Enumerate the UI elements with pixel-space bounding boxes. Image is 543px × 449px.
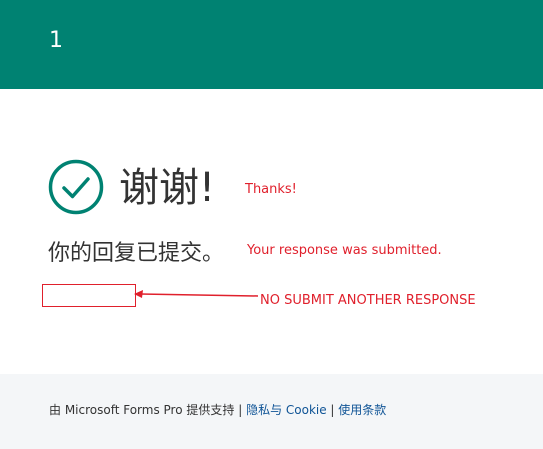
annotation-no-submit-another-response: NO SUBMIT ANOTHER RESPONSE	[260, 293, 476, 308]
form-title: 1	[49, 28, 63, 53]
footer-separator: |	[234, 403, 247, 417]
thank-you-panel	[0, 89, 543, 374]
annotation-response-submitted: Your response was submitted.	[247, 243, 442, 258]
missing-submit-another-link-box	[42, 284, 136, 307]
footer-separator: |	[326, 403, 339, 417]
thank-you-heading: 谢谢!	[119, 165, 216, 211]
powered-by-text: 由 Microsoft Forms Pro 提供支持	[49, 403, 235, 417]
checkmark-circle-icon	[48, 159, 104, 215]
terms-of-use-link[interactable]: 使用条款	[338, 403, 386, 417]
privacy-cookie-link[interactable]: 隐私与 Cookie	[246, 403, 327, 417]
response-submitted-message: 你的回复已提交。	[48, 241, 225, 266]
footer-text: 由 Microsoft Forms Pro 提供支持 | 隐私与 Cookie …	[49, 401, 386, 419]
form-header: 1	[0, 0, 543, 89]
annotation-arrow-icon	[134, 290, 259, 298]
annotation-thanks: Thanks!	[245, 182, 297, 197]
